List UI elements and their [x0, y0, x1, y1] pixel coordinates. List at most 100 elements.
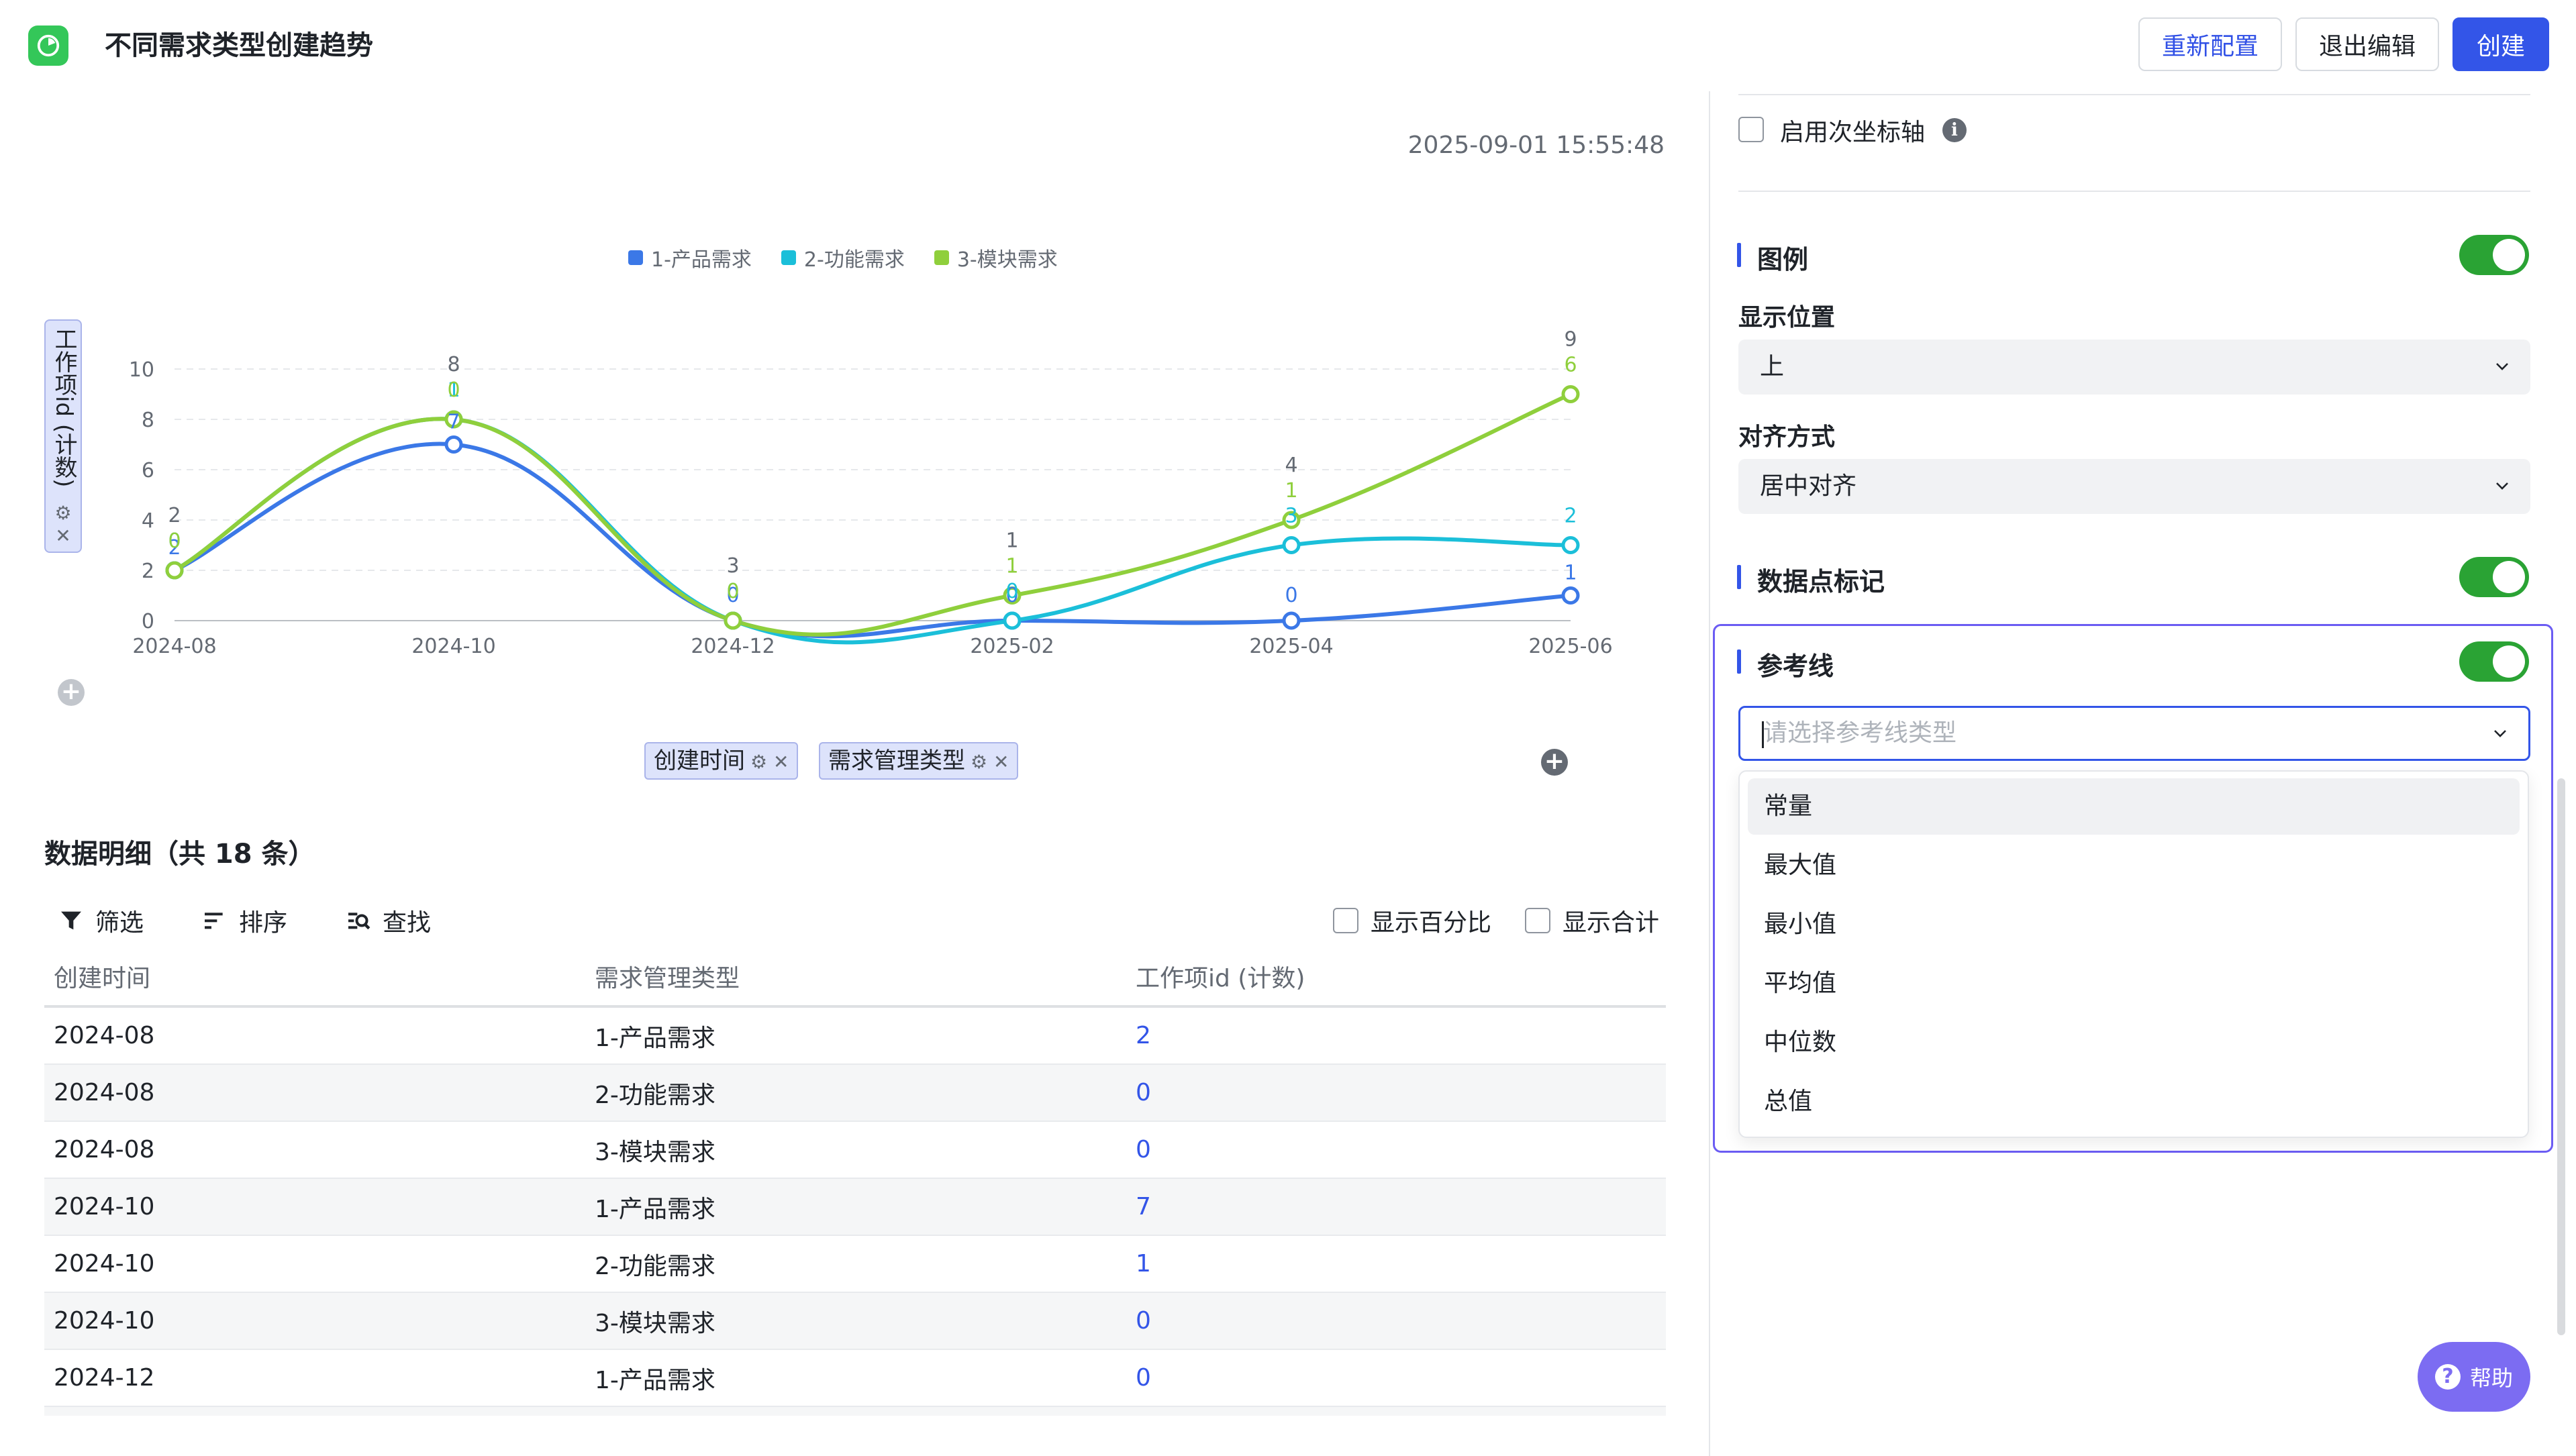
- column-header[interactable]: 工作项id (计数): [1126, 959, 1666, 994]
- x-tick-label: 2024-10: [411, 635, 495, 658]
- legend-item[interactable]: 1-产品需求: [628, 243, 752, 272]
- exit-edit-button[interactable]: 退出编辑: [2295, 17, 2439, 71]
- dimension-chip-label: 创建时间: [654, 747, 745, 774]
- data-label: 3: [1285, 505, 1297, 528]
- chevron-down-icon: [2494, 730, 2506, 737]
- info-icon[interactable]: i: [1942, 118, 1967, 142]
- column-header[interactable]: 创建时间: [44, 959, 585, 994]
- table-row[interactable]: 2024-12 1-产品需求 0: [44, 1350, 1666, 1407]
- close-icon[interactable]: ✕: [54, 525, 72, 548]
- close-icon[interactable]: ✕: [993, 751, 1009, 773]
- y-tick-label: 0: [142, 610, 154, 633]
- position-value: 上: [1760, 353, 1785, 380]
- show-total-toggle[interactable]: 显示合计: [1525, 903, 1659, 938]
- data-label: 6: [1564, 354, 1577, 377]
- find-label: 查找: [383, 909, 432, 937]
- align-value: 居中对齐: [1760, 472, 1857, 500]
- filter-button[interactable]: 筛选: [58, 903, 144, 938]
- legend-item[interactable]: 3-模块需求: [934, 243, 1058, 272]
- table-cell: 1-产品需求: [595, 1366, 715, 1394]
- refline-toggle[interactable]: [2459, 641, 2529, 682]
- table-body: 2024-08 1-产品需求 2 2024-08 2-功能需求 0 2024-08 3-模块需…: [44, 1008, 1666, 1416]
- top-bar: 不同需求类型创建趋势 重新配置 退出编辑 创建: [0, 0, 2576, 93]
- close-icon[interactable]: ✕: [773, 751, 789, 773]
- option-max[interactable]: 最大值: [1748, 837, 2520, 894]
- data-point: [1561, 586, 1580, 605]
- filter-icon: [61, 911, 81, 930]
- legend-label: 1-产品需求: [651, 248, 752, 272]
- data-label: 0: [168, 529, 181, 553]
- table-cell: 1: [1136, 1250, 1151, 1278]
- option-total[interactable]: 总值: [1748, 1074, 2520, 1130]
- option-min[interactable]: 最小值: [1748, 896, 2520, 953]
- total-label: 4: [1285, 454, 1297, 477]
- page-title: 不同需求类型创建趋势: [105, 30, 373, 61]
- create-button[interactable]: 创建: [2453, 17, 2549, 71]
- sort-icon: [205, 913, 223, 929]
- legend-item[interactable]: 2-功能需求: [781, 243, 905, 272]
- details-title: 数据明细（共 18 条）: [44, 839, 315, 870]
- series-line-module: [173, 392, 1572, 637]
- gear-icon[interactable]: ⚙: [750, 751, 767, 773]
- show-percent-checkbox[interactable]: [1333, 908, 1358, 933]
- data-label: 1: [1285, 479, 1297, 503]
- x-tick-label: 2025-04: [1249, 635, 1333, 658]
- gear-icon[interactable]: ⚙: [54, 502, 72, 525]
- table-header: 创建时间 需求管理类型 工作项id (计数): [44, 947, 1666, 1008]
- total-label: 1: [1005, 529, 1018, 553]
- data-point: [1282, 611, 1301, 630]
- dimension-chip-requirement-type[interactable]: 需求管理类型 ⚙ ✕: [819, 742, 1019, 780]
- column-header[interactable]: 需求管理类型: [585, 959, 1126, 994]
- table-row[interactable]: 2024-08 1-产品需求 2: [44, 1008, 1666, 1065]
- table-cell: 1-产品需求: [595, 1024, 715, 1052]
- table-cell: 2024-10: [54, 1307, 155, 1335]
- align-select[interactable]: 居中对齐: [1738, 459, 2530, 514]
- refline-type-select[interactable]: 请选择参考线类型: [1738, 706, 2530, 761]
- dimension-chip-label: 需求管理类型: [828, 747, 965, 774]
- help-button[interactable]: ? 帮助: [2418, 1342, 2530, 1412]
- legend-toggle[interactable]: [2459, 235, 2529, 275]
- settings-scrollbar[interactable]: [2557, 778, 2565, 1335]
- reconfigure-button[interactable]: 重新配置: [2138, 17, 2282, 71]
- table-row[interactable]: 2024-08 3-模块需求 0: [44, 1122, 1666, 1179]
- option-average[interactable]: 平均值: [1748, 955, 2520, 1012]
- align-label: 对齐方式: [1738, 423, 1836, 451]
- table-cell: 2-功能需求: [595, 1081, 715, 1109]
- table-row[interactable]: 2024-10 2-功能需求 1: [44, 1236, 1666, 1293]
- legend-section-title: 图例: [1736, 239, 1808, 276]
- filter-label: 筛选: [95, 909, 144, 937]
- table-row[interactable]: 2024-10 3-模块需求 0: [44, 1293, 1666, 1350]
- find-button[interactable]: 查找: [345, 903, 431, 938]
- line-chart: 02468102024-08 2024-10 2024-12 2025-02 2025-…: [129, 328, 1613, 658]
- show-percent-toggle[interactable]: 显示百分比: [1333, 903, 1491, 938]
- refline-type-dropdown: 常量 最大值 最小值 平均值 中位数 总值: [1738, 770, 2529, 1138]
- table-row[interactable]: 2024-122-功能需求0: [44, 1407, 1666, 1416]
- data-label: 0: [726, 580, 739, 603]
- show-percent-label: 显示百分比: [1371, 909, 1492, 937]
- x-tick-label: 2025-06: [1528, 635, 1612, 658]
- gear-icon[interactable]: ⚙: [971, 751, 987, 773]
- total-label: 8: [447, 353, 460, 376]
- table-row[interactable]: 2024-10 1-产品需求 7: [44, 1179, 1666, 1236]
- table-cell: 0: [1136, 1079, 1151, 1106]
- table-cell: 2-功能需求: [595, 1252, 715, 1280]
- y-axis-field-chip[interactable]: 工作项id (计数) ⚙ ✕: [44, 319, 82, 553]
- secondary-axis-checkbox[interactable]: [1738, 117, 1764, 142]
- sort-button[interactable]: 排序: [201, 903, 287, 938]
- option-constant[interactable]: 常量: [1748, 778, 2520, 835]
- show-total-checkbox[interactable]: [1525, 908, 1550, 933]
- y-tick-label: 6: [142, 459, 154, 482]
- y-tick-label: 4: [142, 509, 154, 533]
- dimension-chip-created-time[interactable]: 创建时间 ⚙ ✕: [644, 742, 799, 780]
- table-cell: 0: [1136, 1364, 1151, 1392]
- x-tick-label: 2024-12: [691, 635, 775, 658]
- add-y-field-icon[interactable]: +: [58, 679, 85, 706]
- chart-legend: 1-产品需求 2-功能需求 3-模块需求: [628, 243, 1058, 272]
- markers-toggle[interactable]: [2459, 557, 2529, 597]
- table-cell: 2024-08: [54, 1136, 155, 1163]
- add-dimension-icon[interactable]: +: [1541, 749, 1568, 776]
- table-row[interactable]: 2024-08 2-功能需求 0: [44, 1065, 1666, 1122]
- position-select[interactable]: 上: [1738, 340, 2530, 395]
- data-label: 1: [1564, 562, 1577, 585]
- option-median[interactable]: 中位数: [1748, 1015, 2520, 1071]
